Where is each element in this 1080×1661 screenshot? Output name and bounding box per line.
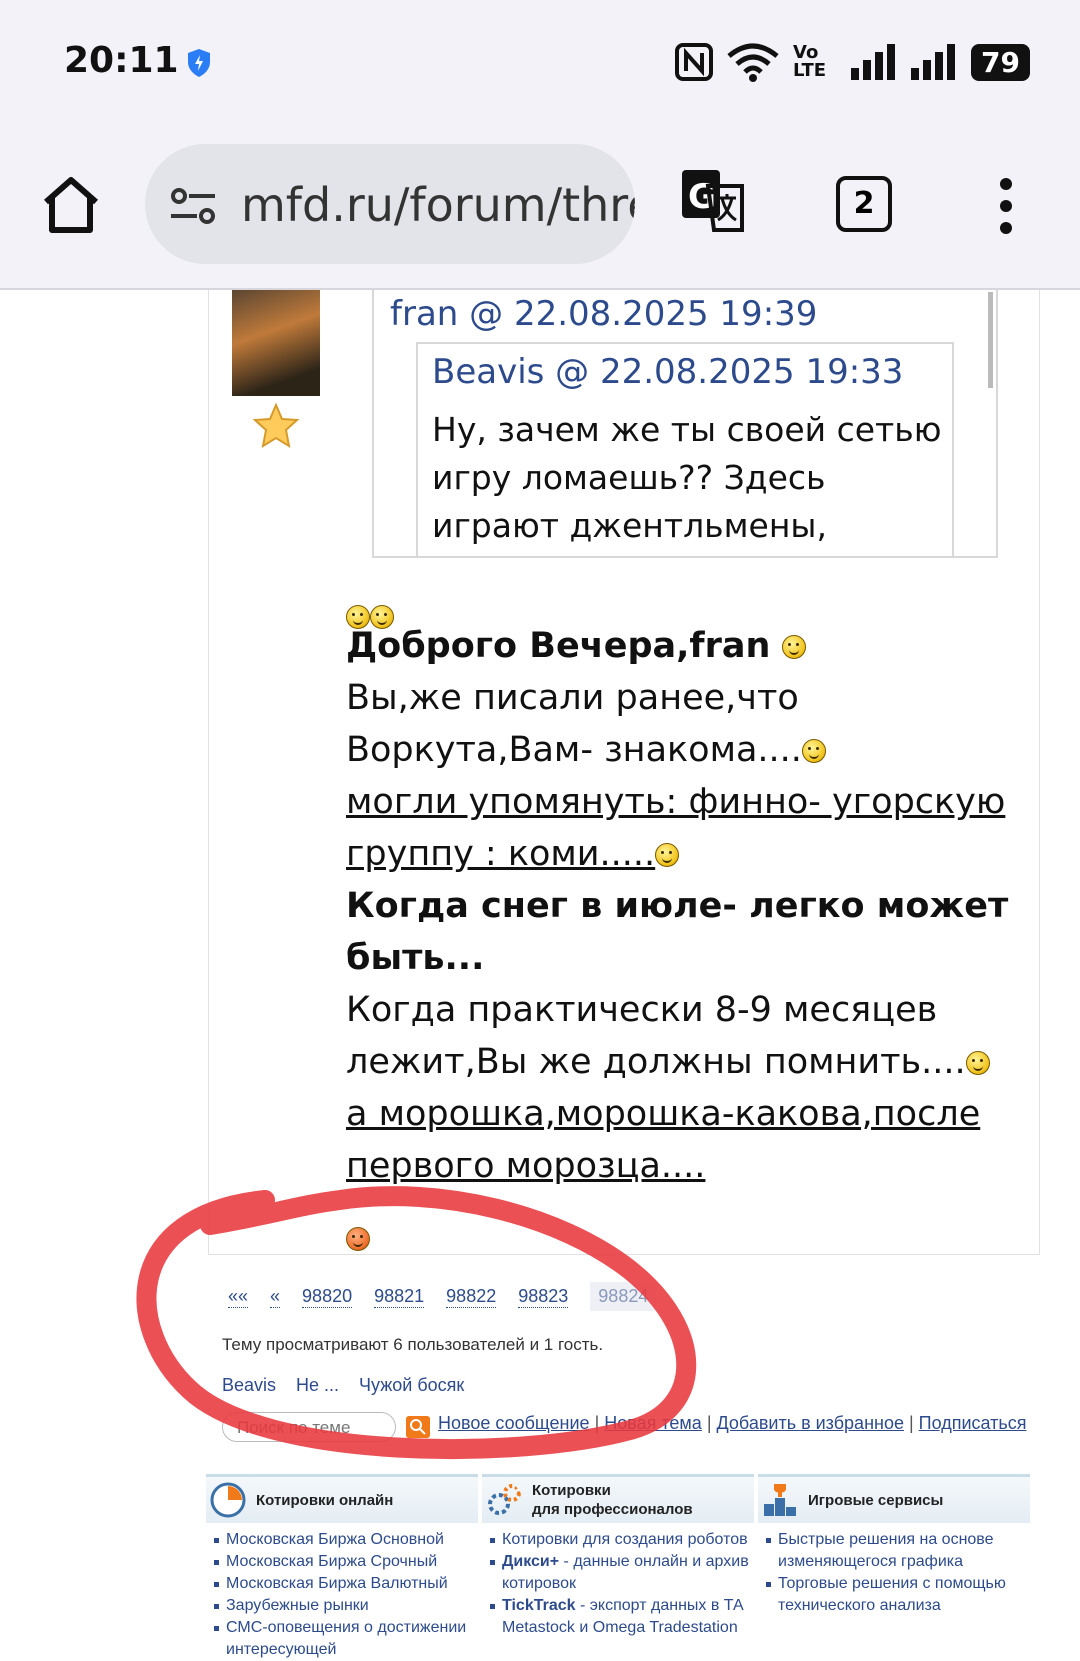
gears-icon (488, 1484, 521, 1515)
post-body: Доброго Вечера,fran Вы,же писали ранее,ч… (346, 592, 1026, 1264)
quote-scrollbar[interactable] (988, 292, 993, 388)
footer-link[interactable]: СМС-оповещения о достижении интересующей (212, 1617, 478, 1661)
footer-link[interactable]: Московская Биржа Основной (212, 1529, 478, 1551)
user-avatar[interactable] (232, 290, 320, 396)
current-page: 98824 (590, 1282, 657, 1311)
smiley-icon (655, 843, 680, 867)
new-topic-link[interactable]: Новая тема (604, 1413, 702, 1433)
clock: 20:11 (64, 40, 179, 81)
footer-link[interactable]: Московская Биржа Срочный (212, 1551, 478, 1573)
nfc-icon (675, 43, 714, 81)
translate-icon[interactable]: G (680, 168, 748, 236)
footer-link[interactable]: Дикси+ - данные онлайн и архив котировок (488, 1551, 754, 1595)
footer-link[interactable]: Московская Биржа Валютный (212, 1573, 478, 1595)
pagination: «« « 98820 98821 98822 98823 98824 (228, 1282, 657, 1311)
site-settings-icon[interactable] (169, 186, 217, 226)
thread-actions: Новое сообщение | Новая тема | Добавить … (438, 1413, 1027, 1433)
page-link[interactable]: 98821 (374, 1286, 425, 1308)
footer-col-pro: Котировки для профессионалов Котировки дл… (482, 1474, 754, 1639)
volte-indicator: Vo LTE (793, 42, 827, 81)
greeting-line: Доброго Вечера,fran (346, 626, 771, 666)
first-page-link[interactable]: «« (228, 1286, 249, 1308)
footer-link[interactable]: Зарубежные рынки (212, 1595, 478, 1617)
footer-col-games: Игровые сервисы Быстрые решения на основ… (758, 1474, 1030, 1617)
site-footer: Котировки онлайн Московская Биржа Основн… (206, 1474, 1040, 1658)
post-line-4: Когда практически 8-9 месяцев лежит,Вы ж… (346, 990, 966, 1082)
signal-icon (851, 44, 896, 80)
smiley-icon (346, 605, 370, 629)
trophy-podium-icon (764, 1484, 796, 1516)
prev-page-link[interactable]: « (270, 1286, 281, 1308)
more-menu-icon[interactable] (996, 176, 1016, 236)
home-icon[interactable] (40, 174, 102, 236)
smiley-icon (370, 605, 394, 629)
battery-indicator: 79 (971, 43, 1030, 81)
page-link[interactable]: 98823 (518, 1286, 569, 1308)
page-link[interactable]: 98822 (446, 1286, 497, 1308)
signal-icon-2 (911, 44, 956, 80)
footer-col3-title: Игровые сервисы (808, 1491, 944, 1509)
topic-search-input[interactable]: Поиск по теме (222, 1412, 396, 1442)
smiley-pair (346, 590, 1026, 629)
post-line-5: а морошка,морошка-какова,после первого м… (346, 1094, 981, 1186)
page-link[interactable]: 98820 (302, 1286, 353, 1308)
search-button[interactable] (406, 1416, 430, 1438)
new-message-link[interactable]: Новое сообщение (438, 1413, 590, 1433)
address-bar[interactable]: mfd.ru/forum/thre (145, 144, 635, 264)
smiley-icon (346, 1227, 370, 1251)
browser-toolbar: mfd.ru/forum/thre G 2 (0, 120, 1080, 290)
security-shield-icon (188, 49, 210, 77)
rating-star-icon (252, 402, 300, 449)
outer-quote-author[interactable]: fran @ 22.08.2025 19:39 (390, 294, 817, 334)
footer-link[interactable]: Котировки для создания роботов (488, 1529, 754, 1551)
footer-col-quotes: Котировки онлайн Московская Биржа Основн… (206, 1474, 478, 1661)
tab-switcher-button[interactable]: 2 (836, 176, 892, 232)
footer-col2-title-2: для профессионалов (532, 1501, 693, 1518)
post-line-3: Когда снег в июле- легко может быть... (346, 886, 1009, 978)
inner-quote-text: Ну, зачем же ты своей сетью игру ломаешь… (432, 410, 942, 556)
footer-col1-title: Котировки онлайн (256, 1491, 394, 1509)
smiley-icon (965, 1051, 990, 1075)
wifi-icon (727, 43, 779, 82)
subscribe-link[interactable]: Подписаться (919, 1413, 1027, 1433)
post-line-1: Вы,же писали ранее,что Воркута,Вам- знак… (346, 678, 802, 770)
footer-col2-title-1: Котировки (532, 1482, 611, 1499)
viewer-link[interactable]: Beavis (222, 1375, 276, 1396)
viewer-link[interactable]: Чужой босяк (359, 1375, 464, 1396)
smiley-icon (801, 739, 826, 763)
viewer-link[interactable]: Не ... (296, 1375, 339, 1396)
outer-quote: fran @ 22.08.2025 19:39 Beavis @ 22.08.2… (372, 290, 998, 558)
inner-quote-author[interactable]: Beavis @ 22.08.2025 19:33 (432, 352, 903, 392)
viewers-list: Beavis Не ... Чужой босяк (222, 1375, 464, 1396)
footer-link[interactable]: TickTrack - экспорт данных в ТА Metastoc… (488, 1595, 754, 1639)
inner-quote: Beavis @ 22.08.2025 19:33 Ну, зачем же т… (416, 342, 954, 556)
add-favorite-link[interactable]: Добавить в избранное (717, 1413, 904, 1433)
footer-link[interactable]: Быстрые решения на основе изменяющегося … (764, 1529, 1030, 1573)
clock-quotes-icon (210, 1482, 246, 1518)
url-text: mfd.ru/forum/thre (241, 178, 635, 232)
viewing-users-text: Тему просматривают 6 пользователей и 1 г… (222, 1335, 604, 1354)
status-bar: 20:11 Vo LTE 79 (0, 0, 1080, 120)
smiley-icon (781, 635, 806, 659)
footer-link[interactable]: Торговые решения с помощью технического … (764, 1573, 1030, 1617)
